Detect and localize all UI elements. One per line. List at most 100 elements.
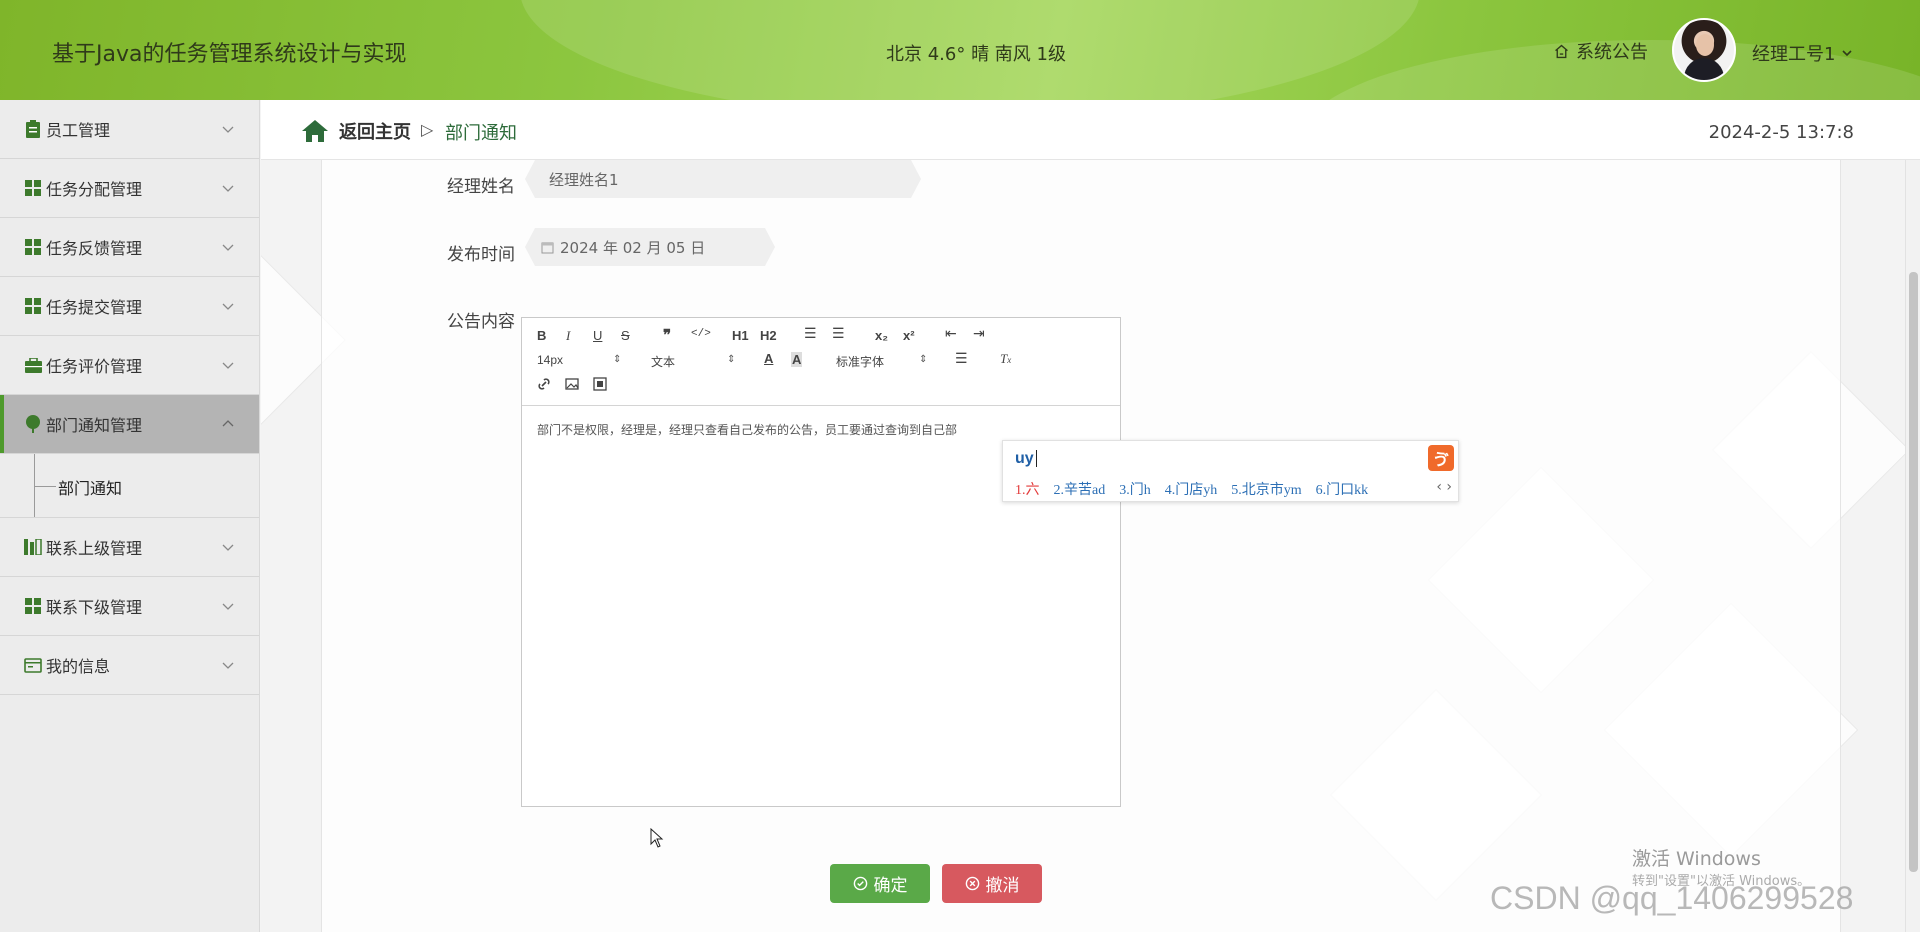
breadcrumb-separator: ▷ [421, 120, 434, 139]
chevron-down-icon [222, 244, 234, 251]
link-icon[interactable] [537, 377, 551, 391]
tree-line [34, 486, 56, 487]
avatar-face [1696, 34, 1714, 56]
font-color-icon[interactable]: A [764, 351, 773, 366]
strikethrough-icon[interactable]: S [621, 328, 630, 343]
system-notice-link[interactable]: 系统公告 [1553, 38, 1648, 64]
ime-candidate[interactable]: 4.门店yh [1165, 479, 1218, 499]
csdn-watermark: CSDN @qq_1406299528 [1490, 880, 1854, 916]
back-home-link[interactable]: 返回主页 [301, 118, 411, 144]
clipboard-icon [24, 120, 42, 138]
sidebar-item-label: 任务分配管理 [46, 180, 143, 199]
ime-page-nav[interactable]: ‹ › [1436, 479, 1452, 495]
editor-content[interactable]: 部门不是权限，经理是，经理只查看自己发布的公告，员工要通过查询到自己部 [537, 421, 957, 438]
bold-icon[interactable]: B [537, 328, 546, 343]
sidebar-item-label: 联系上级管理 [46, 539, 143, 558]
sidebar-item-task-assign[interactable]: 任务分配管理 [0, 159, 259, 218]
sidebar-item-my-info[interactable]: 我的信息 [0, 636, 259, 695]
avatar-body [1684, 58, 1724, 80]
outdent-icon[interactable]: ⇤ [945, 326, 957, 343]
chevron-down-icon [222, 544, 234, 551]
page-scrollbar[interactable] [1905, 160, 1920, 932]
chevron-down-icon [222, 185, 234, 192]
rich-text-editor[interactable]: B I U S ❞ </> H1 H2 ☰ ☰ x₂ x² ⇤ ⇥ 14px ⇕… [521, 317, 1121, 807]
app-title: 基于Java的任务管理系统设计与实现 [52, 42, 407, 67]
heading1-icon[interactable]: H1 [732, 328, 749, 343]
align-icon[interactable]: ☰ [955, 351, 968, 368]
ime-composition: uy [1015, 450, 1034, 467]
manager-name-field[interactable]: 经理姓名1 [525, 160, 921, 198]
ime-candidate[interactable]: 6.门口kk [1316, 479, 1369, 499]
user-menu[interactable]: 经理工号1 [1752, 40, 1853, 66]
manager-name-label: 经理姓名 [447, 177, 515, 197]
scrollbar-thumb[interactable] [1909, 272, 1918, 872]
chevron-down-icon [222, 662, 234, 669]
ime-candidate[interactable]: 2.辛苦ad [1054, 479, 1106, 499]
close-circle-icon [965, 876, 979, 891]
clear-format-icon[interactable]: Tx [1000, 351, 1011, 367]
mouse-cursor-icon [650, 828, 664, 848]
home-outline-icon [1555, 44, 1568, 58]
underline-icon[interactable]: U [593, 328, 602, 343]
chevron-down-icon [222, 603, 234, 610]
publish-time-field[interactable]: 2024 年 02 月 05 日 [525, 228, 775, 266]
bullet-list-icon[interactable]: ☰ [832, 326, 845, 343]
breadcrumb-current: 部门通知 [445, 123, 517, 144]
code-icon[interactable]: </> [691, 328, 711, 340]
heading2-icon[interactable]: H2 [760, 328, 777, 343]
indent-icon[interactable]: ⇥ [973, 326, 985, 343]
sidebar-item-label: 部门通知管理 [46, 416, 143, 435]
top-header: 基于Java的任务管理系统设计与实现 北京 4.6° 晴 南风 1级 系统公告 … [0, 0, 1920, 100]
ime-candidate[interactable]: 3.门h [1119, 479, 1151, 499]
manager-name-value: 经理姓名1 [549, 170, 619, 189]
briefcase-icon [24, 356, 42, 374]
avatar[interactable] [1672, 18, 1736, 82]
sidebar: 员工管理 任务分配管理 任务反馈管理 任务提交管理 任务评价管理 部门通知管理 … [0, 100, 260, 932]
font-family-select[interactable]: 标准字体 [836, 353, 884, 370]
grid-icon [24, 238, 42, 256]
calendar-icon [541, 241, 554, 254]
sidebar-item-task-feedback[interactable]: 任务反馈管理 [0, 218, 259, 277]
user-name: 经理工号1 [1752, 44, 1836, 65]
windows-activation-watermark: 激活 Windows [1632, 848, 1761, 870]
select-arrows-icon: ⇕ [919, 354, 928, 365]
sidebar-item-label: 任务反馈管理 [46, 239, 143, 258]
ime-logo-icon: ゔ [1428, 445, 1454, 471]
image-icon[interactable] [565, 377, 579, 391]
background-color-icon[interactable]: A [791, 352, 803, 367]
superscript-icon[interactable]: x² [903, 328, 915, 343]
subscript-icon[interactable]: x₂ [875, 328, 888, 343]
publish-time-value: 2024 年 02 月 05 日 [560, 238, 706, 257]
current-datetime: 2024-2-5 13:7:8 [1708, 122, 1854, 143]
blockquote-icon[interactable]: ❞ [663, 326, 671, 344]
italic-icon[interactable]: I [566, 328, 570, 344]
sidebar-item-label: 任务提交管理 [46, 298, 143, 317]
sidebar-item-contact-subordinate[interactable]: 联系下级管理 [0, 577, 259, 636]
cancel-button[interactable]: 撤消 [942, 864, 1042, 903]
video-icon[interactable] [593, 377, 607, 391]
font-size-select[interactable]: 14px [537, 353, 563, 367]
id-card-icon [24, 656, 42, 674]
cancel-label: 撤消 [985, 876, 1020, 895]
sidebar-item-contact-superior[interactable]: 联系上级管理 [0, 518, 259, 577]
sidebar-item-label: 员工管理 [46, 121, 111, 140]
sidebar-subitem-dept-notice[interactable]: 部门通知 [0, 454, 259, 518]
sidebar-item-label: 联系下级管理 [46, 598, 143, 617]
grid-icon [24, 179, 42, 197]
sidebar-item-task-submit[interactable]: 任务提交管理 [0, 277, 259, 336]
sidebar-subitem-label: 部门通知 [58, 479, 123, 498]
sidebar-item-label: 我的信息 [46, 657, 111, 676]
grid-icon [24, 297, 42, 315]
ime-candidate[interactable]: 1.六 [1015, 479, 1040, 499]
chevron-down-icon [1842, 50, 1853, 57]
confirm-button[interactable]: 确定 [830, 864, 930, 903]
sidebar-item-employee[interactable]: 员工管理 [0, 100, 259, 159]
ordered-list-icon[interactable]: ☰ [804, 326, 817, 343]
block-format-select[interactable]: 文本 [651, 353, 675, 370]
ime-candidate[interactable]: 5.北京市ym [1231, 479, 1301, 499]
leaf-icon [24, 415, 42, 433]
sidebar-item-task-evaluation[interactable]: 任务评价管理 [0, 336, 259, 395]
sidebar-item-dept-notice[interactable]: 部门通知管理 [0, 395, 259, 454]
editor-toolbar: B I U S ❞ </> H1 H2 ☰ ☰ x₂ x² ⇤ ⇥ 14px ⇕… [522, 318, 1120, 406]
content-label: 公告内容 [447, 312, 515, 332]
